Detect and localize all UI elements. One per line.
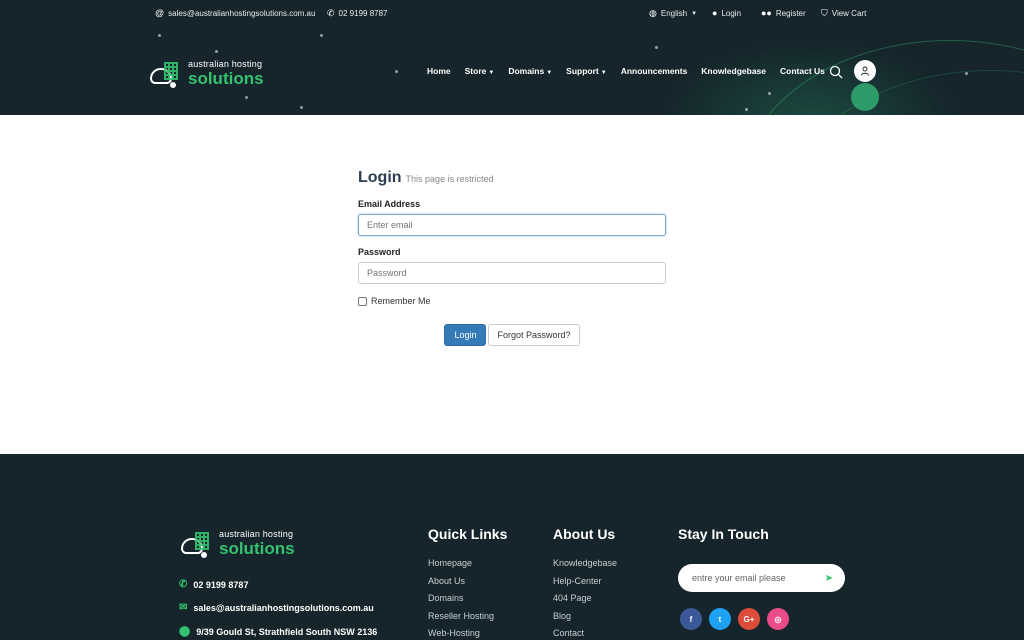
star-dot	[395, 70, 398, 73]
star-dot	[320, 34, 323, 37]
map-marker-icon: ⬤	[179, 626, 191, 637]
newsletter-input[interactable]: entre your email please ➤	[678, 564, 845, 592]
remember-me-checkbox[interactable]	[358, 296, 367, 306]
forgot-password-button[interactable]: Forgot Password?	[488, 324, 580, 346]
account-button[interactable]	[854, 60, 876, 82]
dribbble-icon[interactable]: ◎	[767, 608, 789, 630]
nav-item-support[interactable]: Support ▼	[566, 66, 607, 76]
google-plus-icon[interactable]: G+	[738, 608, 760, 630]
login-heading: Login This page is restricted	[358, 169, 666, 187]
topbar-register-link[interactable]: ●● Register	[761, 8, 806, 18]
topbar-login-link[interactable]: ● Login	[712, 8, 741, 18]
star-dot	[745, 108, 748, 111]
site-logo[interactable]: australian hosting solutions	[148, 60, 264, 88]
page-subtitle: This page is restricted	[405, 174, 494, 184]
users-icon: ●●	[761, 8, 772, 18]
user-icon: ●	[712, 8, 718, 18]
password-field[interactable]	[358, 262, 666, 284]
footer-link[interactable]: Reseller Hosting	[428, 611, 507, 629]
footer-link[interactable]: Help-Center	[553, 576, 617, 594]
form-actions: Login Forgot Password?	[358, 324, 666, 346]
main-content: Login This page is restricted Email Addr…	[0, 115, 1024, 454]
send-icon[interactable]: ➤	[825, 573, 833, 584]
login-form: Login This page is restricted Email Addr…	[358, 169, 666, 346]
phone-icon: ✆	[327, 8, 335, 18]
caret-down-icon: ▼	[488, 70, 495, 76]
email-label: Email Address	[358, 199, 421, 209]
footer-link[interactable]: Contact	[553, 628, 617, 640]
footer-link[interactable]: Blog	[553, 611, 617, 629]
footer-phone[interactable]: ✆ 02 9199 8787	[179, 579, 248, 590]
footer-link[interactable]: Domains	[428, 593, 507, 611]
star-dot	[965, 72, 968, 75]
footer-link[interactable]: 404 Page	[553, 593, 617, 611]
site-header: @ sales@australianhostingsolutions.com.a…	[0, 0, 1024, 115]
envelope-icon: ✉	[179, 602, 188, 613]
star-dot	[245, 96, 248, 99]
stay-in-touch-heading: Stay In Touch	[678, 526, 769, 542]
twitter-icon[interactable]: t	[709, 608, 731, 630]
footer-link[interactable]: Web-Hosting	[428, 628, 507, 640]
topbar-view-cart-link[interactable]: ⛉ View Cart	[821, 8, 866, 19]
quick-links-column: Quick Links Homepage About Us Domains Re…	[428, 526, 507, 640]
phone-icon: ✆	[179, 579, 188, 590]
cloud-logo-icon	[148, 61, 182, 88]
about-us-heading: About Us	[553, 526, 616, 542]
star-dot	[768, 92, 771, 95]
star-dot	[300, 106, 303, 109]
email-field[interactable]	[358, 214, 666, 236]
caret-down-icon: ▼	[600, 70, 607, 76]
nav-item-store[interactable]: Store ▼	[465, 66, 495, 76]
nav-item-knowledgebase[interactable]: Knowledgebase	[701, 66, 766, 76]
footer-logo[interactable]: australian hosting solutions	[179, 530, 295, 558]
nav-item-home[interactable]: Home	[427, 66, 451, 76]
footer-link[interactable]: Knowledgebase	[553, 558, 617, 576]
language-selector[interactable]: ◍ English ▼	[649, 8, 697, 19]
nav-item-contact-us[interactable]: Contact Us	[780, 66, 825, 76]
about-us-column: About Us Knowledgebase Help-Center 404 P…	[553, 526, 617, 640]
nav-item-announcements[interactable]: Announcements	[621, 66, 688, 76]
nav-item-domains[interactable]: Domains ▼	[508, 66, 552, 76]
star-dot	[655, 46, 658, 49]
topbar-email[interactable]: @ sales@australianhostingsolutions.com.a…	[155, 8, 315, 18]
footer-address: ⬤ 9/39 Gould St, Strathfield South NSW 2…	[179, 626, 378, 637]
main-nav: Home Store ▼ Domains ▼ Support ▼ Announceme…	[427, 66, 825, 76]
basket-icon: ⛉	[821, 8, 828, 18]
search-icon[interactable]	[829, 65, 843, 79]
user-icon	[861, 66, 869, 76]
footer-link[interactable]: About Us	[428, 576, 507, 594]
remember-me[interactable]: Remember Me	[358, 296, 666, 306]
facebook-icon[interactable]: f	[680, 608, 702, 630]
caret-down-icon: ▼	[546, 70, 553, 76]
cloud-logo-icon	[179, 531, 213, 558]
stay-in-touch-column: Stay In Touch	[678, 526, 769, 558]
globe-icon: ◍	[649, 8, 657, 18]
green-circle-decoration	[851, 83, 879, 111]
at-icon: @	[155, 8, 165, 18]
footer-link[interactable]: Homepage	[428, 558, 507, 576]
star-dot	[215, 50, 218, 53]
topbar-phone[interactable]: ✆ 02 9199 8787	[327, 8, 387, 19]
star-dot	[158, 34, 161, 37]
caret-down-icon: ▼	[691, 10, 698, 17]
password-label: Password	[358, 247, 401, 257]
quick-links-heading: Quick Links	[428, 526, 508, 542]
social-links: f t G+ ◎	[680, 608, 789, 630]
site-footer: australian hosting solutions ✆ 02 9199 8…	[0, 454, 1024, 640]
top-bar: @ sales@australianhostingsolutions.com.a…	[0, 8, 1024, 22]
login-button[interactable]: Login	[444, 324, 487, 346]
page-title: Login	[358, 169, 402, 186]
footer-email[interactable]: ✉ sales@australianhostingsolutions.com.a…	[179, 602, 374, 613]
